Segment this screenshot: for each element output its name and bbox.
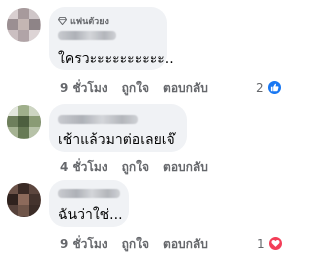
like-button[interactable]: ถูกใจ bbox=[122, 79, 149, 98]
like-button[interactable]: ถูกใจ bbox=[122, 235, 149, 254]
reaction-count: 1 bbox=[257, 236, 265, 251]
comment-text: เช้าแล้วมาต่อเลยเจ๊ bbox=[58, 132, 175, 148]
like-icon bbox=[265, 79, 283, 96]
comment-actions: 9 ชั่วโมง ถูกใจ ตอบกลับ bbox=[60, 235, 208, 254]
avatar[interactable] bbox=[7, 105, 41, 139]
comment-bubble: เช้าแล้วมาต่อเลยเจ๊ bbox=[49, 104, 187, 152]
commenter-name-redacted[interactable] bbox=[58, 189, 120, 198]
heart-icon bbox=[266, 235, 284, 252]
reaction-summary[interactable]: 2 bbox=[256, 79, 283, 96]
like-button[interactable]: ถูกใจ bbox=[122, 158, 149, 177]
comment-actions: 4 ชั่วโมง ถูกใจ ตอบกลับ bbox=[60, 158, 208, 177]
comment-time[interactable]: 4 ชั่วโมง bbox=[60, 158, 108, 177]
comment-bubble: ฉันว่าใช่... bbox=[49, 180, 129, 227]
reaction-count: 2 bbox=[256, 80, 264, 95]
comment-time[interactable]: 9 ชั่วโมง bbox=[60, 235, 108, 254]
comment-text: ใครวะะะะะะะะะะ.. bbox=[58, 51, 174, 67]
comment-time[interactable]: 9 ชั่วโมง bbox=[60, 79, 108, 98]
commenter-name-redacted[interactable] bbox=[58, 115, 138, 124]
comment-text: ฉันว่าใช่... bbox=[58, 207, 123, 223]
comment-actions: 9 ชั่วโมง ถูกใจ ตอบกลับ bbox=[60, 79, 208, 98]
reply-button[interactable]: ตอบกลับ bbox=[163, 235, 208, 254]
comment-bubble: แฟนตัวยง ใครวะะะะะะะะะะ.. bbox=[49, 7, 174, 70]
avatar[interactable] bbox=[7, 8, 41, 42]
commenter-name-redacted[interactable] bbox=[58, 31, 116, 40]
reply-button[interactable]: ตอบกลับ bbox=[163, 79, 208, 98]
reply-button[interactable]: ตอบกลับ bbox=[163, 158, 208, 177]
reaction-summary[interactable]: 1 bbox=[257, 235, 284, 252]
avatar[interactable] bbox=[7, 183, 41, 217]
diamond-icon bbox=[58, 17, 67, 25]
badge-label: แฟนตัวยง bbox=[70, 17, 109, 27]
top-fan-badge: แฟนตัวยง bbox=[58, 14, 109, 28]
